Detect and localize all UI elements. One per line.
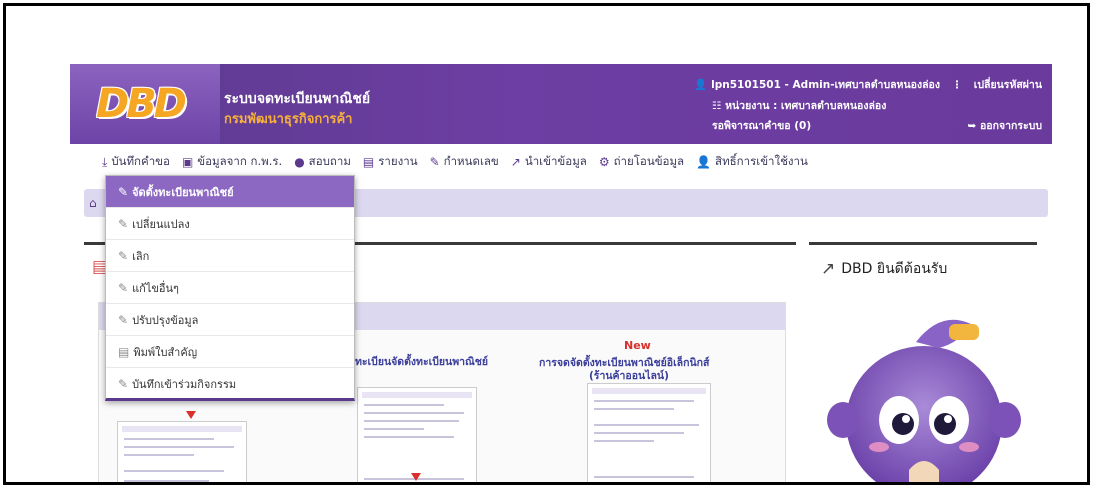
edit-icon: ✎ (118, 216, 129, 231)
menu-label: รายงาน (378, 154, 418, 168)
guide-title-registration[interactable]: ทะเบียนจัดตั้งทะเบียนพาณิชย์ (355, 353, 488, 370)
header: DBD ระบบจดทะเบียนพาณิชย์ กรมพัฒนาธุรกิจก… (70, 64, 1052, 144)
document-icon: ▤ (118, 344, 130, 359)
share-icon: ↗ (510, 155, 521, 169)
menu-label: สิทธิ์การเข้าใช้งาน (715, 154, 808, 168)
logout-label: ออกจากระบบ (980, 120, 1042, 132)
guide-thumbnail-left[interactable] (117, 421, 247, 482)
window-frame: DBD ระบบจดทะเบียนพาณิชย์ กรมพัฒนาธุรกิจก… (3, 3, 1090, 485)
edit-icon: ✎ (118, 248, 129, 263)
main-menu: ⤓ บันทึกคำขอ ▣ ข้อมูลจาก ก.พ.ร. ● สอบถาม… (102, 153, 808, 171)
change-password-link[interactable]: เปลี่ยนรหัสผ่าน (974, 79, 1042, 91)
save-request-dropdown: ✎ จัดตั้งทะเบียนพาณิชย์ ✎ เปลี่ยนแปลง ✎ … (105, 175, 355, 401)
user-info: 👤 lpn5101501 - Admin-เทศบาลตำบลหนองล่อง … (694, 76, 1042, 93)
menu-save-request[interactable]: ⤓ บันทึกคำขอ (102, 153, 170, 171)
menu-transfer-data[interactable]: ⚙ ถ่ายโอนข้อมูล (599, 153, 684, 171)
menu-report[interactable]: ▤ รายงาน (363, 153, 418, 171)
logout-icon: ➥ (967, 120, 977, 132)
external-link-icon: ↗ (821, 259, 836, 279)
guide-subtitle-online-store: (ร้านค้าออนไลน์) (589, 370, 669, 382)
user-icon: 👤 (696, 155, 712, 169)
guide-thumbnail-right[interactable] (587, 383, 711, 482)
gear-icon: ⚙ (598, 155, 610, 169)
dropdown-item-label: พิมพ์ใบสำคัญ (133, 345, 198, 359)
menu-label: กำหนดเลข (443, 154, 499, 168)
mascot-image (821, 302, 1027, 482)
dropdown-item-print-certificate[interactable]: ▤ พิมพ์ใบสำคัญ (106, 336, 354, 368)
dropdown-item-register-commercial[interactable]: ✎ จัดตั้งทะเบียนพาณิชย์ (106, 176, 354, 208)
dropdown-item-label: เปลี่ยนแปลง (132, 217, 190, 231)
edit-icon: ✎ (118, 312, 129, 327)
arrow-down-icon (411, 473, 421, 481)
menu-label: ถ่ายโอนข้อมูล (613, 154, 685, 168)
mascot-illustration (827, 319, 1021, 482)
dropdown-item-label: เลิก (132, 249, 150, 263)
dropdown-item-other-edit[interactable]: ✎ แก้ไขอื่นๆ (106, 272, 354, 304)
unit-info: ☷ หน่วยงาน : เทศบาลตำบลหนองล่อง (712, 97, 886, 114)
menu-label: ข้อมูลจาก ก.พ.ร. (197, 154, 283, 168)
guide-thumbnail-middle[interactable] (357, 387, 477, 482)
chat-icon: ● (294, 155, 305, 169)
document-icon: ▤ (362, 155, 375, 169)
menu-import-data[interactable]: ↗ นำเข้าข้อมูล (511, 153, 587, 171)
welcome-title-text: DBD ยินดีต้อนรับ (841, 261, 948, 277)
menu-set-number[interactable]: ✎ กำหนดเลข (430, 153, 499, 171)
menu-label: สอบถาม (308, 154, 351, 168)
edit-icon: ✎ (118, 377, 129, 391)
separator: ⋮ (951, 79, 963, 91)
dropdown-item-label: แก้ไขอื่นๆ (132, 281, 179, 295)
menu-label: บันทึกคำขอ (111, 154, 170, 168)
download-icon: ⤓ (102, 154, 108, 169)
edit-icon: ✎ (118, 184, 129, 199)
pending-requests-link[interactable]: รอพิจารณาคำขอ (0) (712, 117, 811, 134)
arrow-down-icon (186, 411, 196, 419)
menu-inquiry[interactable]: ● สอบถาม (294, 153, 351, 171)
menu-access-rights[interactable]: 👤 สิทธิ์การเข้าใช้งาน (696, 153, 808, 171)
monitor-icon: ▣ (181, 155, 194, 169)
logo-box: DBD (70, 64, 220, 144)
dropdown-item-label: ปรับปรุงข้อมูล (132, 313, 199, 327)
home-icon[interactable]: ⌂ (89, 196, 97, 210)
menu-kpr-data[interactable]: ▣ ข้อมูลจาก ก.พ.ร. (182, 153, 282, 171)
sitemap-icon: ☷ (712, 100, 722, 112)
welcome-title: ↗ DBD ยินดีต้อนรับ (821, 258, 947, 280)
dropdown-item-label: จัดตั้งทะเบียนพาณิชย์ (132, 185, 234, 199)
dropdown-item-cancel[interactable]: ✎ เลิก (106, 240, 354, 272)
dropdown-item-label: บันทึกเข้าร่วมกิจกรรม (132, 378, 237, 391)
dropdown-item-join-activity[interactable]: ✎ บันทึกเข้าร่วมกิจกรรม (106, 368, 354, 400)
logout-button[interactable]: ➥ ออกจากระบบ (968, 117, 1042, 134)
user-name[interactable]: lpn5101501 - Admin-เทศบาลตำบลหนองล่อง (711, 79, 940, 91)
menu-label: นำเข้าข้อมูล (524, 154, 587, 168)
department-name: กรมพัฒนาธุรกิจการค้า (224, 112, 353, 127)
new-badge: New (624, 339, 651, 352)
welcome-panel: ↗ DBD ยินดีต้อนรับ (809, 242, 1037, 482)
dropdown-item-change[interactable]: ✎ เปลี่ยนแปลง (106, 208, 354, 240)
edit-icon: ✎ (429, 155, 440, 169)
edit-icon: ✎ (118, 280, 129, 295)
user-icon: 👤 (694, 79, 708, 91)
dbd-logo[interactable]: DBD (96, 81, 187, 127)
unit-name: หน่วยงาน : เทศบาลตำบลหนองล่อง (725, 100, 887, 112)
system-title: ระบบจดทะเบียนพาณิชย์ (224, 91, 371, 107)
dropdown-item-update-data[interactable]: ✎ ปรับปรุงข้อมูล (106, 304, 354, 336)
